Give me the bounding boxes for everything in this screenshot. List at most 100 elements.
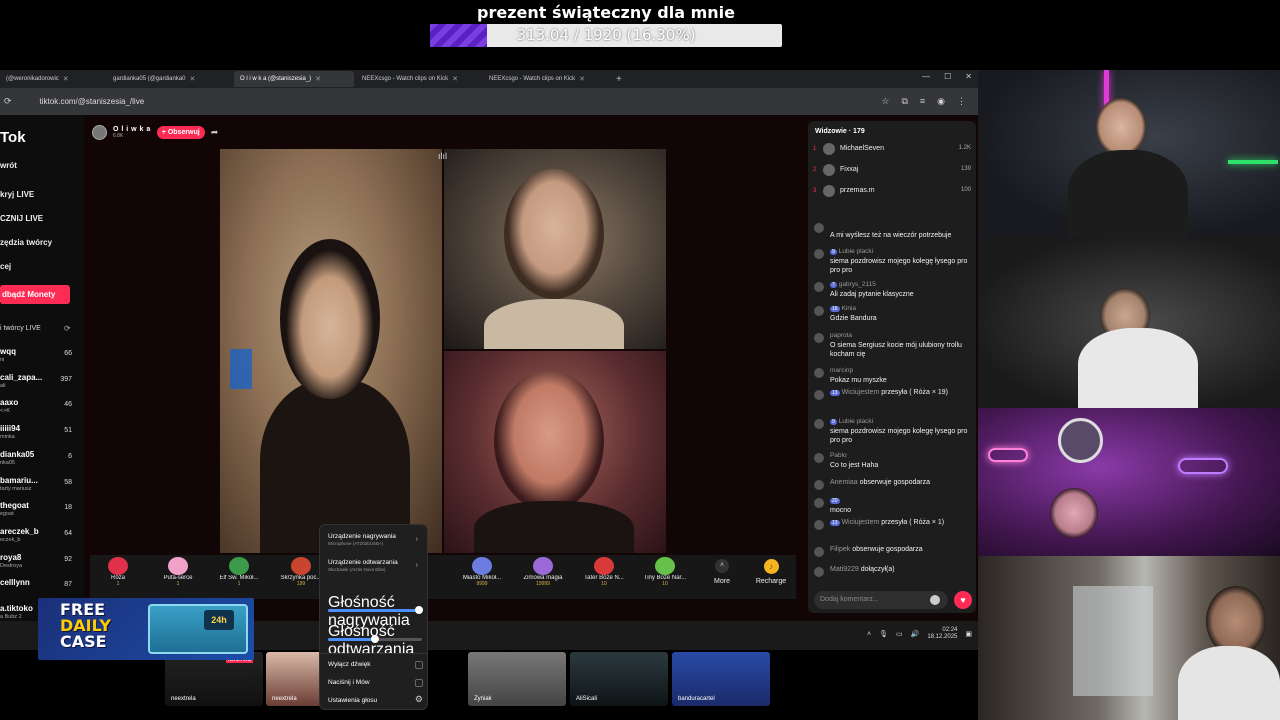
creator-viewer-count: 18 bbox=[64, 504, 72, 512]
nav-item-explore-live[interactable]: kryj LIVE bbox=[0, 190, 34, 199]
microphone-icon[interactable]: 🎙 bbox=[879, 630, 888, 638]
extensions-icon[interactable]: ⧉ bbox=[901, 96, 907, 107]
gift-item[interactable]: Zimowa magia 19999 bbox=[515, 557, 571, 587]
recharge-button[interactable]: ♪ Recharge bbox=[752, 559, 790, 585]
mute-checkbox[interactable] bbox=[415, 661, 423, 669]
top-viewer-row[interactable]: 1 MichaelSeven 1.2K bbox=[813, 142, 973, 158]
chat-username[interactable]: Kinia bbox=[842, 305, 856, 312]
share-icon[interactable]: ➦ bbox=[211, 127, 219, 138]
new-tab-icon[interactable]: + bbox=[616, 74, 622, 85]
browser-tab[interactable]: gardianka05 (@gardianka0 ✕ bbox=[107, 71, 232, 87]
live-creator-item[interactable]: wqq ni 66 bbox=[0, 347, 78, 369]
streamer-name[interactable]: O l i w k a bbox=[113, 126, 151, 133]
chat-text: A mi wyślesz też na wieczór potrzebuje bbox=[830, 232, 952, 239]
gift-price: 1 bbox=[116, 581, 120, 587]
notifications-icon[interactable]: ▣ bbox=[965, 630, 972, 638]
free-daily-case-ad[interactable]: FREE DAILY CASE 24h bbox=[38, 598, 254, 660]
close-tab-icon[interactable]: ✕ bbox=[63, 75, 69, 83]
gift-item[interactable]: Miasto Mikoł... 9999 bbox=[454, 557, 510, 587]
gift-item[interactable]: Pufa-serce 1 bbox=[150, 557, 206, 587]
reload-icon[interactable]: ⟳ bbox=[4, 96, 12, 107]
voice-settings-label[interactable]: Ustawienia głosu bbox=[328, 697, 424, 704]
chat-username[interactable]: gabrys_2115 bbox=[839, 281, 876, 288]
top-viewer-row[interactable]: 2 Fixxaj 139 bbox=[813, 163, 973, 179]
gift-item[interactable]: Tiny Boże Nar... 10 bbox=[637, 557, 693, 587]
video-guest-2[interactable] bbox=[444, 351, 666, 553]
chevron-up-icon[interactable]: ˄ bbox=[867, 631, 871, 638]
nav-item-go-live[interactable]: CZNIJ LIVE bbox=[0, 214, 43, 223]
clock[interactable]: 02:24 18.12.2025 bbox=[927, 627, 957, 641]
gear-icon[interactable]: ⚙ bbox=[415, 694, 423, 705]
nav-item-more[interactable]: cej bbox=[0, 262, 11, 271]
webcam-1-person bbox=[1096, 98, 1146, 156]
chat-username[interactable]: marcinp bbox=[830, 367, 853, 374]
bookmark-star-icon[interactable]: ☆ bbox=[881, 96, 889, 107]
avatar bbox=[814, 520, 824, 530]
nav-item-back[interactable]: wrót bbox=[0, 161, 17, 170]
recording-device-row[interactable]: Urządzenie nagrywania Microphone (AT2020… bbox=[328, 533, 424, 546]
follow-button[interactable]: + Obserwuj bbox=[156, 126, 205, 139]
stream-thumbnail[interactable]: AliSicali bbox=[570, 652, 668, 706]
minimize-icon[interactable]: — bbox=[922, 72, 930, 81]
refresh-icon[interactable]: ⟳ bbox=[64, 324, 71, 333]
browser-tab[interactable]: NEEXcsgo - Watch clips on Kick ✕ bbox=[483, 71, 608, 87]
live-creator-item[interactable]: aaxo <>K 46 bbox=[0, 398, 78, 420]
playback-volume-knob[interactable] bbox=[371, 635, 379, 643]
playback-volume-slider[interactable] bbox=[328, 635, 422, 643]
playback-device-row[interactable]: Urządzenie odtwarzania Słuchawki (Arctis… bbox=[328, 559, 424, 572]
streamer-avatar[interactable] bbox=[92, 125, 107, 140]
top-viewer-row[interactable]: 3 przemas.m 100 bbox=[813, 184, 973, 200]
live-creator-item[interactable]: bamariu... tarty mariusz 58 bbox=[0, 476, 78, 498]
recording-volume-slider[interactable] bbox=[328, 606, 424, 614]
chat-username[interactable]: Wiciujestem bbox=[842, 519, 880, 526]
profile-icon[interactable]: ◉ bbox=[937, 96, 945, 107]
live-creator-item[interactable]: dianka05 nka05 6 bbox=[0, 450, 78, 472]
viewers-title[interactable]: Widzowie · 179 bbox=[815, 128, 865, 135]
nav-item-creator-tools[interactable]: zędzia twórcy bbox=[0, 238, 52, 247]
close-tab-icon[interactable]: ✕ bbox=[579, 75, 585, 83]
emoji-icon[interactable] bbox=[930, 595, 940, 605]
live-creator-item[interactable]: celllynn 87 bbox=[0, 578, 78, 600]
chat-username[interactable]: Anemiaa bbox=[830, 479, 858, 486]
maximize-icon[interactable]: ☐ bbox=[944, 72, 951, 81]
gift-item[interactable]: Tater Boże N... 10 bbox=[576, 557, 632, 587]
get-coins-button[interactable]: dbądź Monety bbox=[0, 285, 70, 304]
close-tab-icon[interactable]: ✕ bbox=[315, 75, 321, 83]
stream-thumbnail[interactable]: Zyniak bbox=[468, 652, 566, 706]
gift-item[interactable]: Róża 1 bbox=[90, 557, 146, 587]
close-window-icon[interactable]: ✕ bbox=[965, 72, 972, 81]
chat-username[interactable]: Wiciujestem bbox=[842, 389, 880, 396]
video-host[interactable] bbox=[220, 149, 442, 553]
browser-tab[interactable]: NEEXcsgo - Watch clips on Kick ✕ bbox=[356, 71, 481, 87]
chat-username[interactable]: Filipek bbox=[830, 546, 850, 553]
close-tab-icon[interactable]: ✕ bbox=[189, 75, 195, 83]
chat-username[interactable]: Lubie placki bbox=[839, 418, 873, 425]
push-to-talk-checkbox[interactable] bbox=[415, 679, 423, 687]
more-gifts-button[interactable]: ˄ More bbox=[710, 559, 734, 585]
gift-item[interactable]: Elf Św. Mikoł... 1 bbox=[211, 557, 267, 587]
chat-username[interactable]: paprota bbox=[830, 332, 852, 339]
browser-tab-active[interactable]: O l i w k a (@staniszesia_) ✕ bbox=[234, 71, 354, 87]
live-creator-item[interactable]: iiiii94 minka 51 bbox=[0, 424, 78, 446]
browser-tab[interactable]: (@weronikadorowic ✕ bbox=[0, 71, 105, 87]
creator-viewer-count: 66 bbox=[64, 350, 72, 357]
comment-input[interactable]: Dodaj komentarz... bbox=[814, 591, 948, 609]
tiktok-logo[interactable]: Tok bbox=[0, 129, 26, 146]
chat-username[interactable]: Lubie placki bbox=[839, 248, 873, 255]
live-creator-item[interactable]: thegoat egoat 18 bbox=[0, 501, 78, 523]
live-creator-item[interactable]: cali_zapa... ali 397 bbox=[0, 373, 78, 395]
chat-username[interactable]: Mati9229 bbox=[830, 566, 859, 573]
avatar bbox=[814, 419, 824, 429]
video-guest-1[interactable] bbox=[444, 149, 666, 349]
stream-thumbnail[interactable]: banduracartel bbox=[672, 652, 770, 706]
display-icon[interactable]: ▭ bbox=[896, 630, 903, 638]
live-creator-item[interactable]: areczek_b eczek_b 64 bbox=[0, 527, 78, 549]
live-creator-item[interactable]: roya8 Destroya 92 bbox=[0, 553, 78, 575]
menu-dots-icon[interactable]: ⋮ bbox=[957, 96, 966, 107]
chat-username[interactable]: Pablo bbox=[830, 452, 847, 459]
close-tab-icon[interactable]: ✕ bbox=[452, 75, 458, 83]
like-heart-button[interactable]: ♥ bbox=[954, 591, 972, 609]
volume-icon[interactable]: 🔊 bbox=[911, 630, 920, 638]
media-icon[interactable]: ≡ bbox=[920, 96, 925, 107]
url-field[interactable]: tiktok.com/@staniszesia_/live bbox=[40, 97, 145, 106]
